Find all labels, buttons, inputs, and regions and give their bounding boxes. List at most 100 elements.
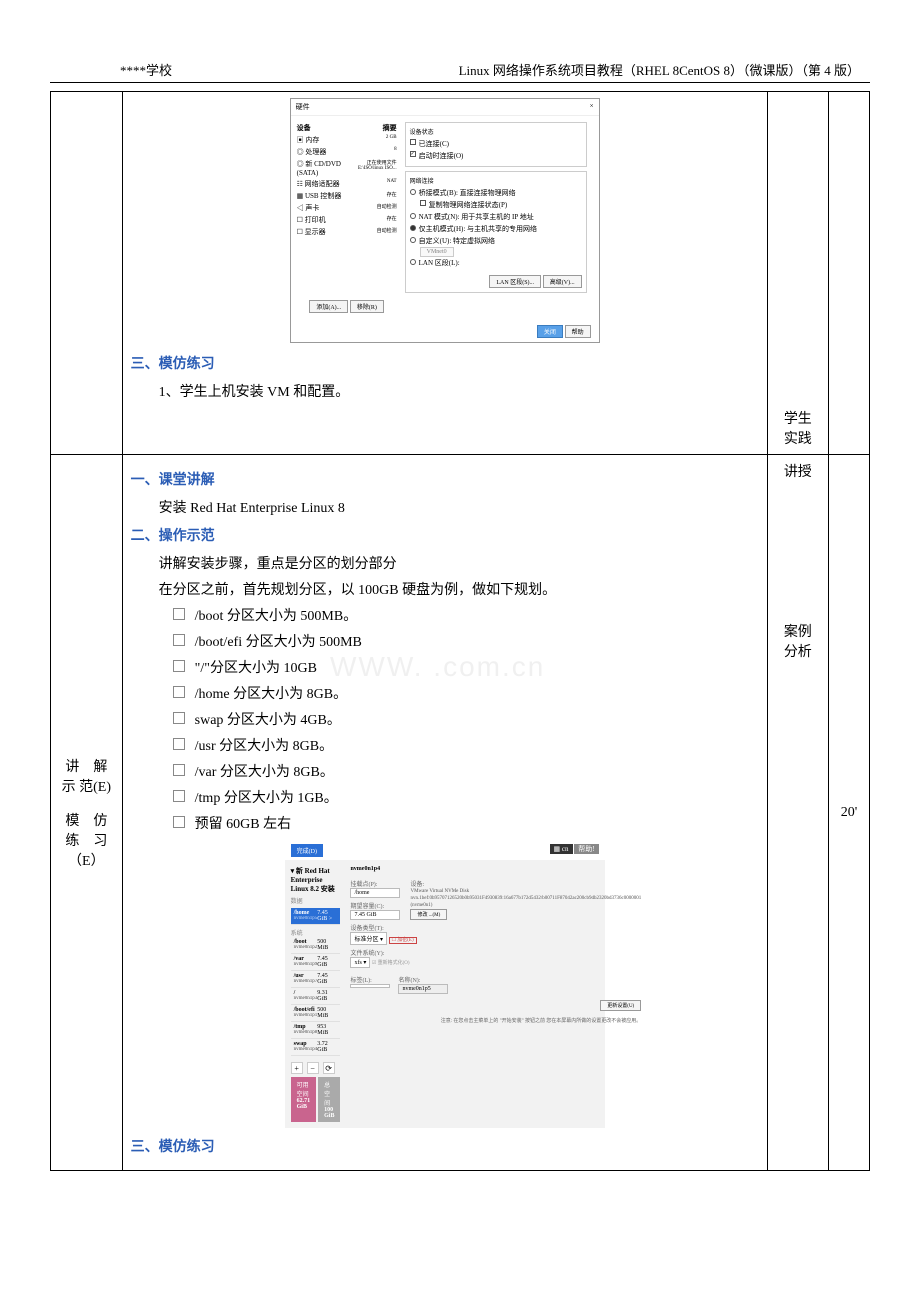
installer-fs-select[interactable]: xfs ▾ (350, 957, 370, 968)
vm-device-row[interactable]: ☐ 显示器自动检测 (297, 226, 397, 238)
vm-net-host: 仅主机模式(H): 与主机共享的专用网络 (419, 224, 537, 234)
bullet-text: /boot 分区大小为 500MB。 (195, 605, 358, 625)
radio-icon[interactable] (410, 213, 416, 219)
mount-dev: nvme0n1p3 (294, 996, 318, 1001)
installer-name-label: 名称(N): (398, 975, 448, 984)
mount-size: 953 MiB (317, 1024, 337, 1036)
vm-dev-val: NAT (387, 179, 397, 189)
installer-mount-row[interactable]: /nvme0n1p39.31 GiB (291, 988, 341, 1005)
vm-advanced-button[interactable]: 高级(V)... (543, 275, 582, 288)
checkbox-icon[interactable]: ✓ (410, 151, 416, 157)
row1-activity-2: 实践 (776, 428, 820, 448)
vm-device-list: 设备 摘要 ▣ 内存2 GB◎ 处理器8◎ 新 CD/DVD (SATA)正在使… (297, 122, 397, 315)
bullet-text: swap 分区大小为 4GB。 (195, 709, 341, 729)
vm-device-row[interactable]: ◎ 处理器8 (297, 146, 397, 158)
installer-lang[interactable]: ▦ cn (550, 844, 573, 854)
vm-status-title: 设备状态 (410, 127, 582, 136)
installer-avail-box: 可用空间 62.71 GiB (291, 1077, 317, 1122)
vm-close-icon[interactable]: × (590, 102, 594, 112)
partition-bullet: /boot/efi 分区大小为 500MB (173, 631, 759, 651)
partition-bullet: /usr 分区大小为 8GB。 (173, 735, 759, 755)
installer-total-val: 100 GiB (324, 1107, 334, 1119)
row1-item1: 1、学生上机安装 VM 和配置。 (159, 381, 759, 401)
installer-modify-button[interactable]: 修改 ...(M) (410, 909, 447, 920)
installer-mount-row[interactable]: swapnvme0n1p43.72 GiB (291, 1039, 341, 1056)
vm-dev-name: ☐ 显示器 (297, 227, 326, 237)
partition-bullet: /tmp 分区大小为 1GB。 (173, 787, 759, 807)
mount-size: 3.72 GiB (317, 1041, 337, 1053)
row2-content-cell: 一、课堂讲解 安装 Red Hat Enterprise Linux 8 二、操… (122, 455, 767, 1171)
vm-col-summary: 摘要 (383, 123, 397, 133)
radio-icon[interactable] (410, 225, 416, 231)
installer-help-button[interactable]: 帮助! (574, 844, 598, 854)
checkbox-icon[interactable] (410, 139, 416, 145)
vm-device-row[interactable]: ◁ 声卡自动检测 (297, 202, 397, 214)
installer-label-input[interactable] (350, 984, 390, 988)
installer-screenshot: 完成(D) ▦ cn 帮助! ▾ 新 Red Hat Enterprise Li… (285, 841, 605, 1128)
vm-close-button[interactable]: 关闭 (537, 325, 563, 338)
vm-add-button[interactable]: 添加(A)... (309, 300, 348, 313)
mount-size: 500 MiB (317, 939, 337, 951)
installer-update-button[interactable]: 更新设置(U) (600, 1000, 641, 1011)
installer-total-box: 总空间 100 GiB (318, 1077, 340, 1122)
vm-status-group: 设备状态 已连接(C) ✓启动时连接(O) (405, 122, 587, 167)
checkbox-icon[interactable] (420, 200, 426, 206)
installer-mount-row[interactable]: /usrnvme0n1p77.45 GiB (291, 971, 341, 988)
installer-mount-row[interactable]: /tmpnvme0n1p8953 MiB (291, 1022, 341, 1039)
installer-mount-row[interactable]: /bootnvme0n1p2500 MiB (291, 937, 341, 954)
installer-remove-button[interactable]: − (307, 1062, 319, 1074)
vm-device-row[interactable]: ☷ 网络适配器NAT (297, 178, 397, 190)
installer-mountpoint-input[interactable]: /home (350, 888, 400, 898)
row2-time-cell: 20' (829, 455, 870, 1171)
vm-net-lan: LAN 区段(L): (419, 258, 460, 268)
vm-dev-val: 2 GB (386, 135, 397, 145)
mount-dev: nvme0n1p1 (294, 1013, 318, 1018)
vm-lan-segment-button[interactable]: LAN 区段(S)... (489, 275, 541, 288)
radio-icon[interactable] (410, 189, 416, 195)
mount-dev: nvme0n1p7 (294, 979, 318, 984)
row1-left-cell (51, 92, 123, 455)
vm-device-row[interactable]: ▦ USB 控制器存在 (297, 190, 397, 202)
installer-done-button[interactable]: 完成(D) (291, 844, 323, 857)
header-book-title: Linux 网络操作系统项目教程（RHEL 8CentOS 8）（微课版）（第 … (459, 60, 860, 79)
vm-device-row[interactable]: ☐ 打印机存在 (297, 214, 397, 226)
row2-left-l4: 练 习 (59, 830, 114, 850)
vm-network-group: 网络连接 桥接模式(B): 直接连接物理网络 复制物理网络连接状态(P) NAT… (405, 171, 587, 293)
installer-devtype-select[interactable]: 标准分区 ▾ (350, 932, 387, 945)
mount-dev: nvme0n1p9 (294, 962, 318, 967)
installer-capacity-input[interactable]: 7.45 GiB (350, 910, 400, 920)
vm-remove-button[interactable]: 移除(R) (350, 300, 384, 313)
installer-reformat-check[interactable]: ☑ 重新格式化(O) (372, 961, 410, 966)
row1-section3-title: 三、模仿练习 (131, 353, 759, 373)
mount-dev: nvme0n1p8 (294, 1030, 318, 1035)
partition-bullet: /var 分区大小为 8GB。 (173, 761, 759, 781)
bullet-text: /var 分区大小为 8GB。 (195, 761, 334, 781)
partition-bullet: swap 分区大小为 4GB。 (173, 709, 759, 729)
radio-icon[interactable] (410, 259, 416, 265)
vm-dev-name: ▦ USB 控制器 (297, 191, 342, 201)
bullet-text: /tmp 分区大小为 1GB。 (195, 787, 338, 807)
radio-icon[interactable] (410, 237, 416, 243)
row2-sec3-title: 三、模仿练习 (131, 1136, 759, 1156)
installer-encrypt-check[interactable]: ☐ 加密(E) (389, 937, 417, 944)
installer-refresh-button[interactable]: ⟳ (323, 1062, 335, 1074)
installer-mount-row[interactable]: /varnvme0n1p97.45 GiB (291, 954, 341, 971)
bullet-text: /usr 分区大小为 8GB。 (195, 735, 333, 755)
row2-sec1-text: 安装 Red Hat Enterprise Linux 8 (159, 497, 759, 517)
bullet-text: "/"分区大小为 10GB (195, 657, 317, 677)
vm-dev-val: 正在使用文件 E:\ISO\linux ISO... (346, 159, 397, 177)
row1-activity-cell: 学生 实践 (767, 92, 828, 455)
row2-sec2-text2: 在分区之前，首先规划分区，以 100GB 硬盘为例，做如下规划。 (159, 579, 759, 599)
installer-mount-row[interactable]: /homenvme0n1p57.45 GiB > (291, 908, 341, 925)
bullet-box-icon (173, 764, 185, 776)
installer-name-input: nvme0n1p5 (398, 984, 448, 994)
vm-net-custom: 自定义(U): 特定虚拟网络 (419, 236, 495, 246)
vm-dev-name: ◎ 新 CD/DVD (SATA) (297, 159, 346, 177)
installer-add-button[interactable]: + (291, 1062, 303, 1074)
vm-device-row[interactable]: ◎ 新 CD/DVD (SATA)正在使用文件 E:\ISO\linux ISO… (297, 158, 397, 178)
vm-device-row[interactable]: ▣ 内存2 GB (297, 134, 397, 146)
vm-net-bridged: 桥接模式(B): 直接连接物理网络 (419, 188, 516, 198)
vm-help-button[interactable]: 帮助 (565, 325, 591, 338)
bullet-box-icon (173, 790, 185, 802)
installer-mount-row[interactable]: /boot/efinvme0n1p1500 MiB (291, 1005, 341, 1022)
